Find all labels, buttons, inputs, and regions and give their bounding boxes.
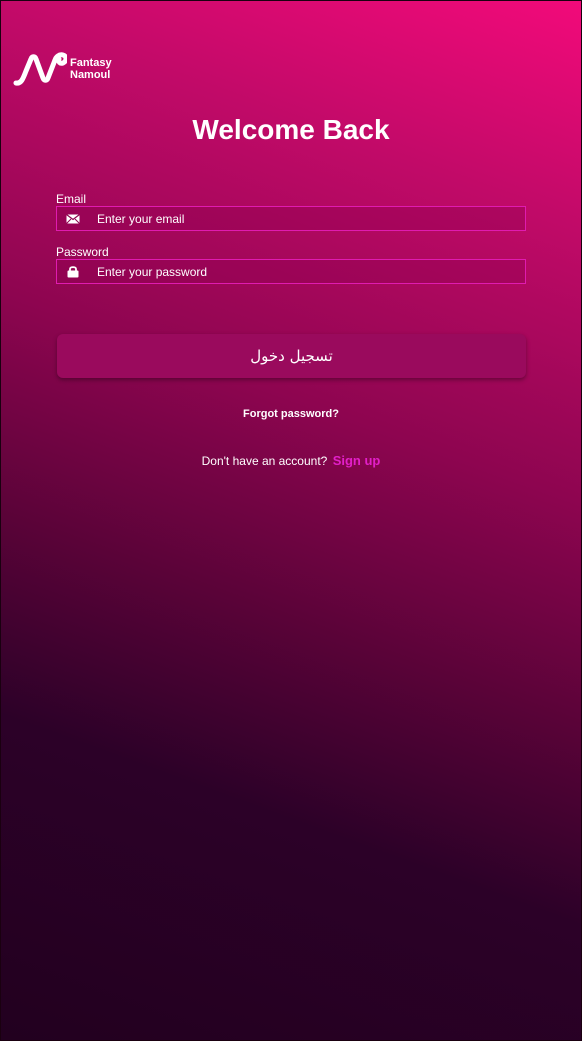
signup-prompt: Don't have an account? — [201, 454, 328, 468]
password-label: Password — [56, 245, 109, 259]
signup-row: Don't have an account? Sign up — [1, 453, 581, 468]
mail-icon — [66, 213, 80, 225]
brand-name: Fantasy Namoul — [70, 57, 112, 81]
email-input[interactable] — [97, 211, 497, 226]
signup-link[interactable]: Sign up — [333, 453, 381, 468]
page-title: Welcome Back — [192, 114, 390, 145]
login-screen: Fantasy Namoul Welcome Back Email Passwo… — [0, 0, 582, 1041]
brand-n-logo-icon — [13, 52, 67, 86]
password-input[interactable] — [97, 264, 497, 279]
brand-logo: Fantasy Namoul — [13, 51, 112, 87]
login-button[interactable]: تسجيل دخول — [57, 334, 526, 378]
lock-icon — [66, 266, 80, 278]
email-field[interactable] — [56, 206, 526, 231]
brand-name-line2: Namoul — [70, 69, 111, 81]
forgot-password-link[interactable]: Forgot password? — [1, 408, 581, 420]
brand-name-line1: Fantasy — [70, 57, 112, 69]
password-field[interactable] — [56, 259, 526, 284]
email-label: Email — [56, 192, 87, 206]
